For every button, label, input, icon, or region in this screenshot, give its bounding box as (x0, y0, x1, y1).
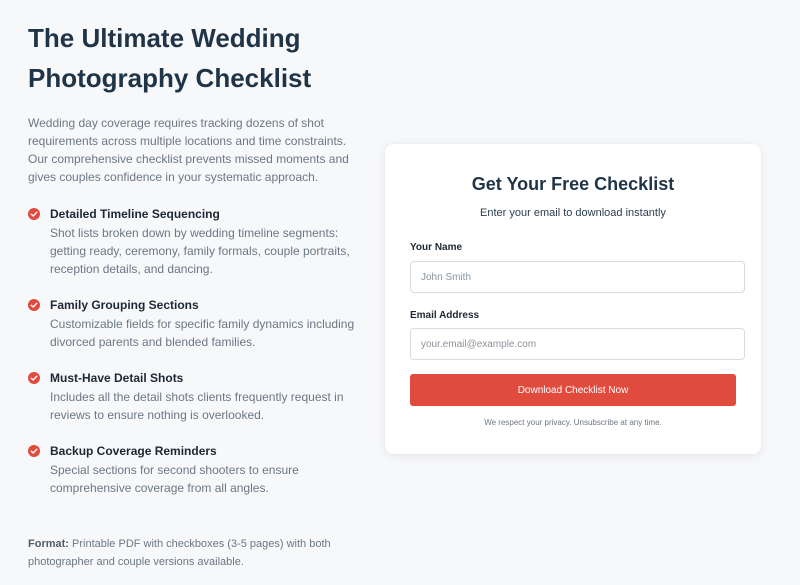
signup-card: Get Your Free Checklist Enter your email… (385, 144, 761, 454)
form-title: Get Your Free Checklist (471, 174, 675, 194)
feature-list: Detailed Timeline Sequencing Shot lists … (28, 206, 358, 497)
download-checklist-button[interactable]: Download Checklist Now (410, 374, 736, 406)
feature-item: Detailed Timeline Sequencing Shot lists … (28, 206, 358, 278)
email-input[interactable] (410, 328, 745, 360)
intro-paragraph: Wedding day coverage requires tracking d… (28, 116, 349, 184)
feature-description: Includes all the detail shots clients fr… (50, 390, 344, 422)
page-title: The Ultimate Wedding Photography Checkli… (28, 18, 358, 98)
page-title-line-2: Photography Checklist (28, 63, 312, 93)
format-label: Format: (28, 538, 69, 550)
feature-description: Shot lists broken down by wedding timeli… (50, 226, 350, 276)
form-subtitle: Enter your email to download instantly (480, 207, 666, 219)
check-circle-icon (28, 299, 40, 311)
feature-title: Detailed Timeline Sequencing (50, 207, 220, 221)
check-circle-icon (28, 372, 40, 384)
name-input[interactable] (410, 261, 745, 293)
name-label: Your Name (410, 242, 463, 253)
feature-title: Backup Coverage Reminders (50, 444, 217, 458)
feature-title: Must-Have Detail Shots (50, 371, 184, 385)
privacy-note: We respect your privacy. Unsubscribe at … (484, 418, 662, 427)
feature-title: Family Grouping Sections (50, 298, 199, 312)
feature-item: Must-Have Detail Shots Includes all the … (28, 370, 358, 424)
check-circle-icon (28, 208, 40, 220)
format-text: Printable PDF with checkboxes (3-5 pages… (28, 538, 331, 568)
email-label: Email Address (410, 310, 480, 321)
feature-description: Special sections for second shooters to … (50, 463, 299, 495)
format-note: Format: Printable PDF with checkboxes (3… (28, 535, 338, 571)
check-circle-icon (28, 445, 40, 457)
feature-item: Family Grouping Sections Customizable fi… (28, 297, 358, 351)
content-column: The Ultimate Wedding Photography Checkli… (28, 18, 358, 497)
feature-item: Backup Coverage Reminders Special sectio… (28, 443, 358, 497)
page-title-line-1: The Ultimate Wedding (28, 23, 301, 53)
feature-description: Customizable fields for specific family … (50, 317, 355, 349)
